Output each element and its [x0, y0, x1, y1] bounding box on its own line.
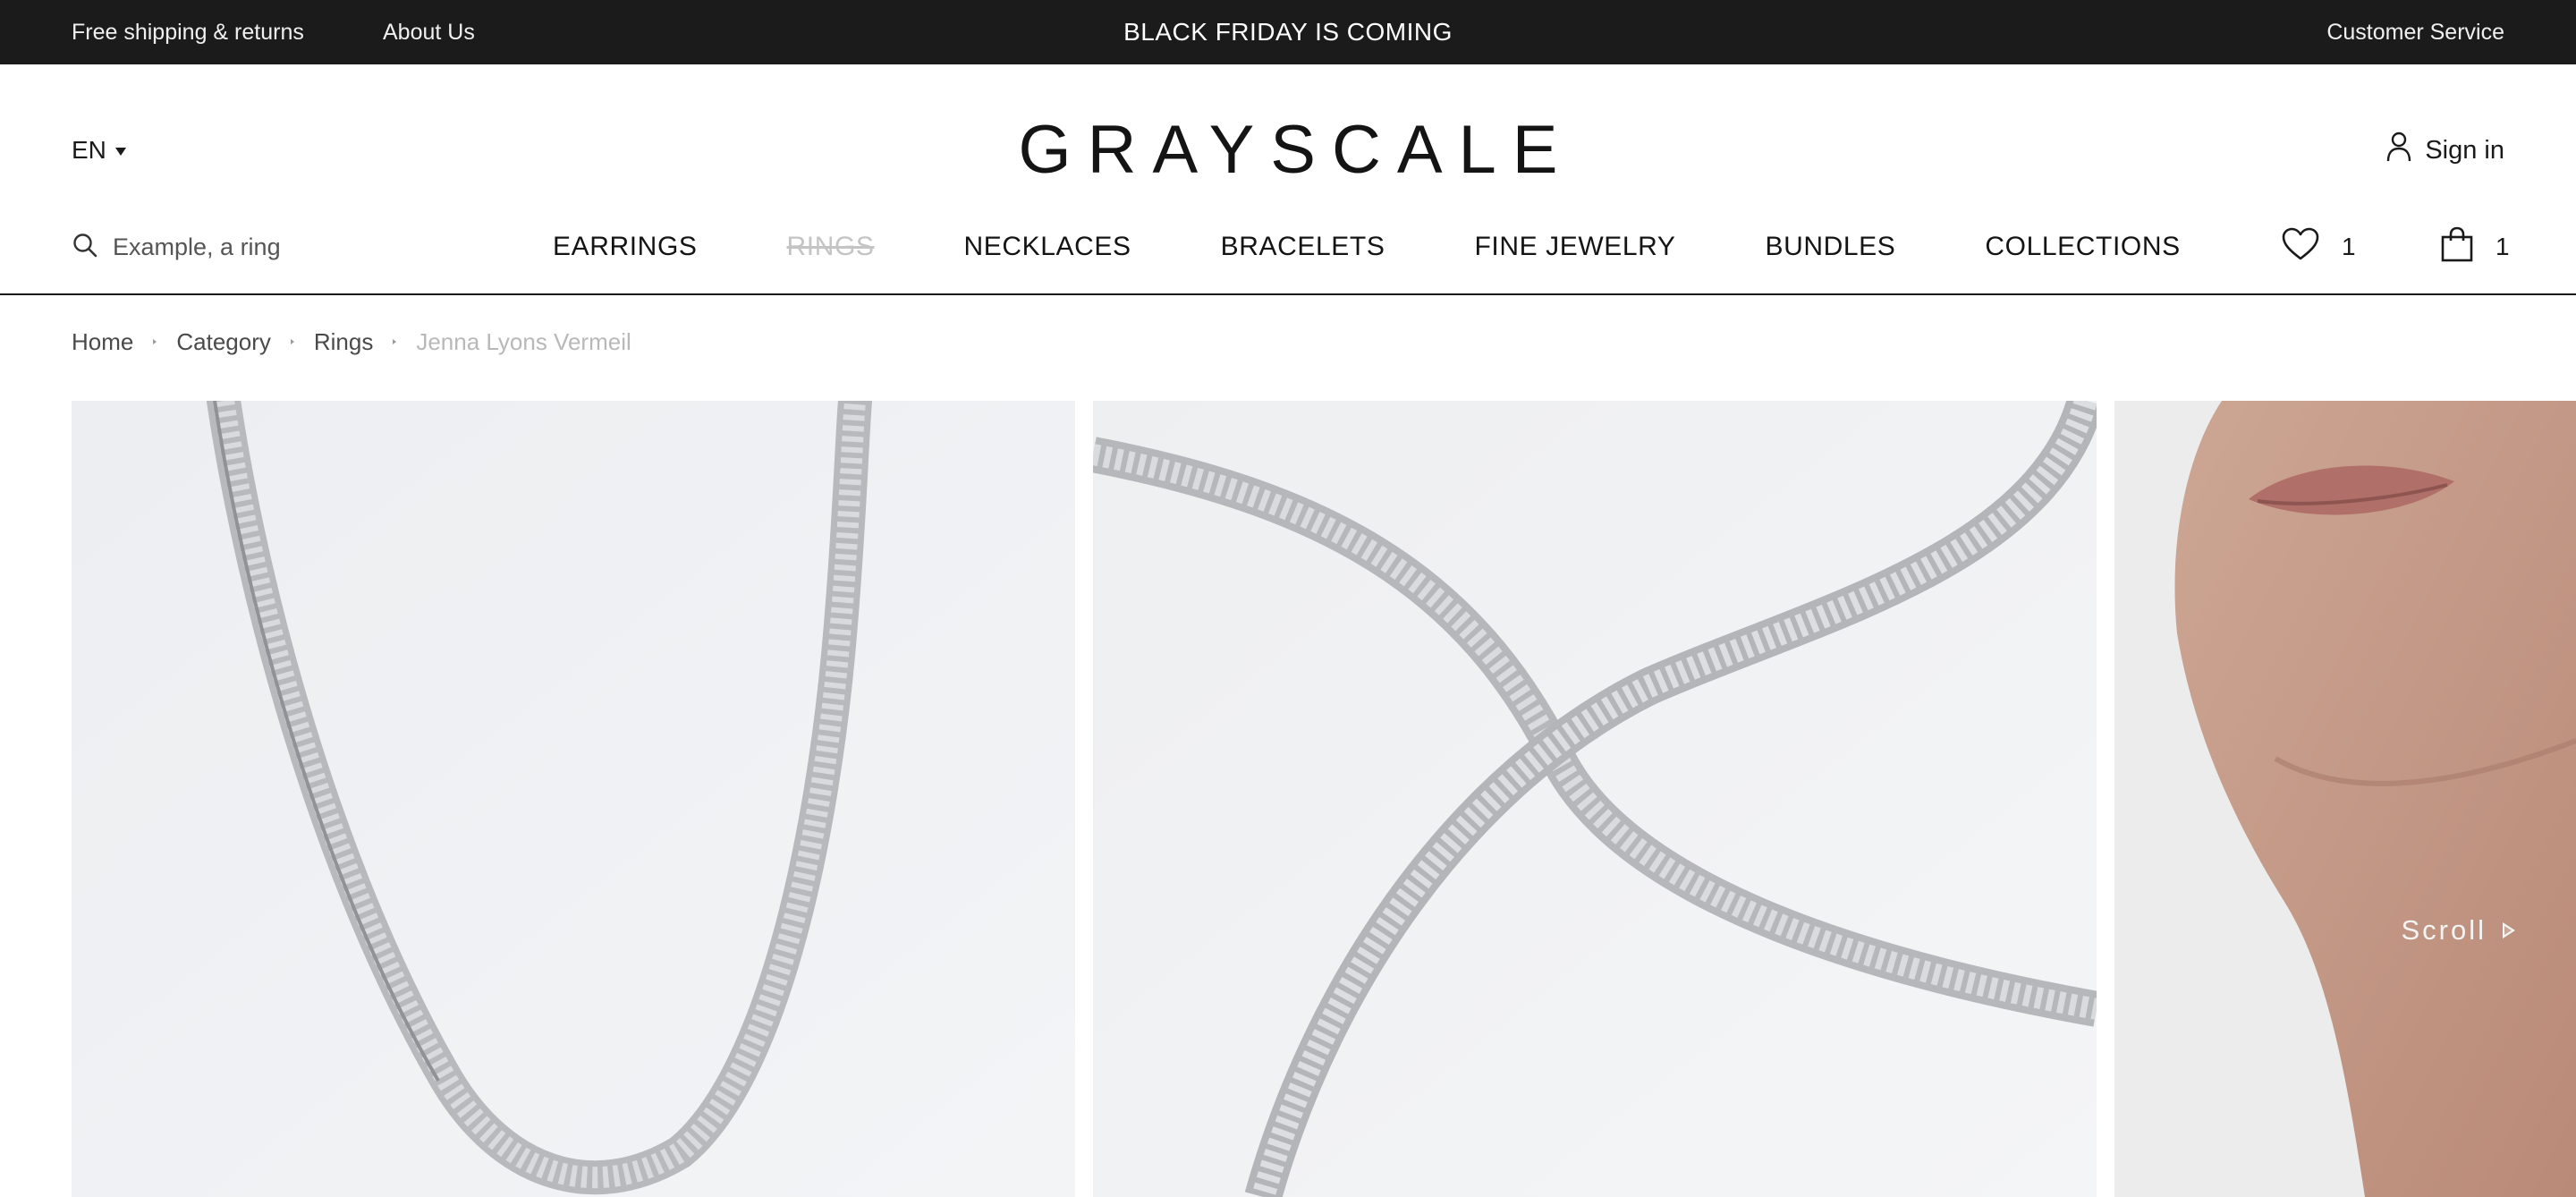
breadcrumb-category[interactable]: Category — [176, 328, 271, 356]
cart-button[interactable]: 1 — [2440, 225, 2510, 268]
breadcrumb-home[interactable]: Home — [72, 328, 133, 356]
breadcrumb-current: Jenna Lyons Vermeil — [416, 327, 631, 355]
product-image-3[interactable] — [2114, 401, 2576, 1197]
product-image-1[interactable] — [72, 401, 1075, 1197]
chevron-right-icon — [290, 339, 294, 344]
brand-logo[interactable]: GRAYSCALE — [0, 107, 2576, 193]
shopping-bag-icon — [2440, 225, 2474, 269]
heart-icon — [2281, 226, 2320, 268]
customer-service-link[interactable]: Customer Service — [2326, 0, 2504, 64]
nav-fine-jewelry[interactable]: FINE JEWELRY — [1474, 232, 1675, 262]
breadcrumb-rings[interactable]: Rings — [314, 328, 373, 356]
nav-necklaces[interactable]: NECKLACES — [964, 232, 1131, 262]
nav-earrings[interactable]: EARRINGS — [553, 232, 698, 262]
wishlist-count: 1 — [2342, 233, 2356, 260]
search-bar — [72, 229, 429, 265]
promo-text: BLACK FRIDAY IS COMING — [1123, 18, 1453, 46]
search-icon[interactable] — [72, 232, 98, 263]
sign-in-button[interactable]: Sign in — [2385, 131, 2504, 170]
play-triangle-icon — [2503, 922, 2515, 938]
scroll-button[interactable]: Scroll — [2401, 911, 2515, 950]
scroll-label: Scroll — [2401, 914, 2487, 946]
chevron-right-icon — [153, 339, 157, 344]
nav-rings[interactable]: RINGS — [787, 232, 875, 262]
nav-collections[interactable]: COLLECTIONS — [1985, 232, 2180, 262]
announcement-bar: Free shipping & returns About Us BLACK F… — [0, 0, 2576, 64]
chevron-right-icon — [393, 339, 397, 344]
breadcrumb: Home Category Rings Jenna Lyons Vermeil — [72, 324, 631, 360]
sign-in-label: Sign in — [2425, 135, 2504, 165]
search-input[interactable] — [113, 233, 417, 261]
header-divider — [0, 293, 2576, 295]
wishlist-button[interactable]: 1 — [2281, 225, 2356, 268]
product-image-2[interactable] — [1093, 401, 2097, 1197]
main-navigation: EARRINGS RINGS NECKLACES BRACELETS FINE … — [553, 227, 2181, 267]
cart-count: 1 — [2496, 233, 2510, 260]
about-us-link[interactable]: About Us — [383, 0, 475, 64]
nav-bundles[interactable]: BUNDLES — [1765, 232, 1895, 262]
free-shipping-link[interactable]: Free shipping & returns — [72, 0, 304, 64]
product-gallery[interactable] — [72, 401, 2576, 1197]
nav-bracelets[interactable]: BRACELETS — [1221, 232, 1385, 262]
user-icon — [2385, 131, 2412, 170]
